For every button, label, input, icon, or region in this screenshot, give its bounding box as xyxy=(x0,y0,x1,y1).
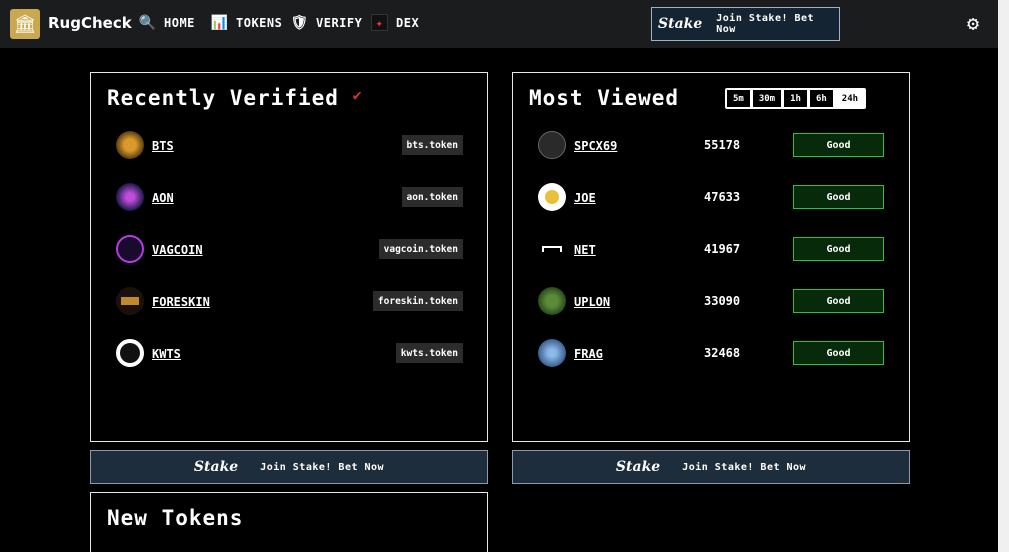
token-link[interactable]: BTS xyxy=(152,139,174,153)
recently-verified-title-text: Recently Verified xyxy=(107,86,339,110)
list-item: SPCX69 55178 Good xyxy=(513,131,909,161)
filter-30m[interactable]: 30m xyxy=(752,90,782,107)
list-item: FRAG 32468 Good xyxy=(513,339,909,369)
chart-icon: 📊 xyxy=(210,14,229,31)
filter-24h[interactable]: 24h xyxy=(835,90,865,107)
new-tokens-panel: New Tokens xyxy=(90,492,488,552)
view-count: 32468 xyxy=(704,346,741,360)
token-badge: aon.token xyxy=(401,187,463,207)
token-link[interactable]: AON xyxy=(152,191,174,205)
token-badge: kwts.token xyxy=(395,343,463,363)
token-avatar xyxy=(538,235,566,263)
nav-verify-label: VERIFY xyxy=(316,15,363,30)
token-badge: vagcoin.token xyxy=(378,239,463,259)
token-avatar xyxy=(116,235,144,263)
status-badge: Good xyxy=(793,341,884,365)
token-badge: foreskin.token xyxy=(372,291,463,311)
nav-tokens[interactable]: 📊 TOKENS xyxy=(211,14,282,31)
status-badge: Good xyxy=(793,289,884,313)
nav-verify[interactable]: 🛡 VERIFY xyxy=(290,14,363,31)
nav-home[interactable]: 🔍 HOME xyxy=(139,14,195,31)
view-count: 41967 xyxy=(704,242,741,256)
verified-check-icon: ✔ xyxy=(352,86,363,104)
rugcheck-logo-icon[interactable]: 🏛 xyxy=(10,9,40,39)
most-viewed-title: Most Viewed xyxy=(529,86,680,110)
token-avatar xyxy=(116,339,144,367)
stake-banner-text: Join Stake! Bet Now xyxy=(716,13,815,35)
token-avatar xyxy=(538,183,566,211)
stake-logo: Stake xyxy=(658,16,703,32)
view-count: 47633 xyxy=(704,190,741,204)
list-item: NET 41967 Good xyxy=(513,235,909,265)
stake-logo: Stake xyxy=(615,459,661,475)
stake-banner-text: Join Stake! Bet Now xyxy=(682,461,807,473)
token-badge: bts.token xyxy=(401,135,463,155)
time-filter-group: 5m 30m 1h 6h 24h xyxy=(725,88,867,109)
token-link[interactable]: FRAG xyxy=(574,347,603,361)
nav-tokens-label: TOKENS xyxy=(236,15,283,30)
token-link[interactable]: JOE xyxy=(574,191,596,205)
token-avatar xyxy=(116,287,144,315)
view-count: 55178 xyxy=(704,138,741,152)
list-item: VAGCOIN vagcoin.token xyxy=(91,235,487,265)
top-nav: 🏛 RugCheck 🔍 HOME 📊 TOKENS 🛡 VERIFY ✦ DE… xyxy=(0,0,998,48)
recently-verified-panel: Recently Verified ✔ BTS bts.token AON ao… xyxy=(90,72,488,442)
nav-dex-label: DEX xyxy=(396,15,420,30)
token-link[interactable]: FORESKIN xyxy=(152,295,210,309)
scrollbar[interactable] xyxy=(998,0,1009,552)
stake-banner-right[interactable]: Stake Join Stake! Bet Now xyxy=(512,450,910,484)
filter-1h[interactable]: 1h xyxy=(784,90,807,107)
status-badge: Good xyxy=(793,133,884,157)
status-badge: Good xyxy=(793,237,884,261)
token-avatar xyxy=(116,131,144,159)
filter-6h[interactable]: 6h xyxy=(809,90,833,107)
list-item: AON aon.token xyxy=(91,183,487,213)
list-item: JOE 47633 Good xyxy=(513,183,909,213)
stake-banner-left[interactable]: Stake Join Stake! Bet Now xyxy=(90,450,488,484)
nav-dex[interactable]: ✦ DEX xyxy=(371,14,419,31)
dex-icon: ✦ xyxy=(371,14,388,31)
token-link[interactable]: UPLON xyxy=(574,295,610,309)
recently-verified-title: Recently Verified ✔ xyxy=(107,86,363,110)
most-viewed-panel: Most Viewed 5m 30m 1h 6h 24h SPCX69 5517… xyxy=(512,72,910,442)
token-link[interactable]: NET xyxy=(574,243,596,257)
shield-icon: 🛡 xyxy=(290,14,309,31)
stake-banner-top[interactable]: Stake Join Stake! Bet Now xyxy=(651,7,840,41)
filter-5m[interactable]: 5m xyxy=(727,90,750,107)
stake-logo: Stake xyxy=(193,459,239,475)
gear-icon[interactable]: ⚙ xyxy=(962,12,984,34)
search-icon: 🔍 xyxy=(138,14,157,31)
list-item: UPLON 33090 Good xyxy=(513,287,909,317)
token-link[interactable]: VAGCOIN xyxy=(152,243,203,257)
stake-banner-text: Join Stake! Bet Now xyxy=(260,461,385,473)
status-badge: Good xyxy=(793,185,884,209)
new-tokens-title: New Tokens xyxy=(107,506,244,530)
list-item: FORESKIN foreskin.token xyxy=(91,287,487,317)
nav-home-label: HOME xyxy=(164,15,195,30)
list-item: BTS bts.token xyxy=(91,131,487,161)
token-avatar xyxy=(538,339,566,367)
token-link[interactable]: KWTS xyxy=(152,347,181,361)
view-count: 33090 xyxy=(704,294,741,308)
token-avatar xyxy=(116,183,144,211)
logo-text[interactable]: RugCheck xyxy=(48,14,132,32)
token-link[interactable]: SPCX69 xyxy=(574,139,617,153)
token-avatar xyxy=(538,131,566,159)
list-item: KWTS kwts.token xyxy=(91,339,487,369)
token-avatar xyxy=(538,287,566,315)
